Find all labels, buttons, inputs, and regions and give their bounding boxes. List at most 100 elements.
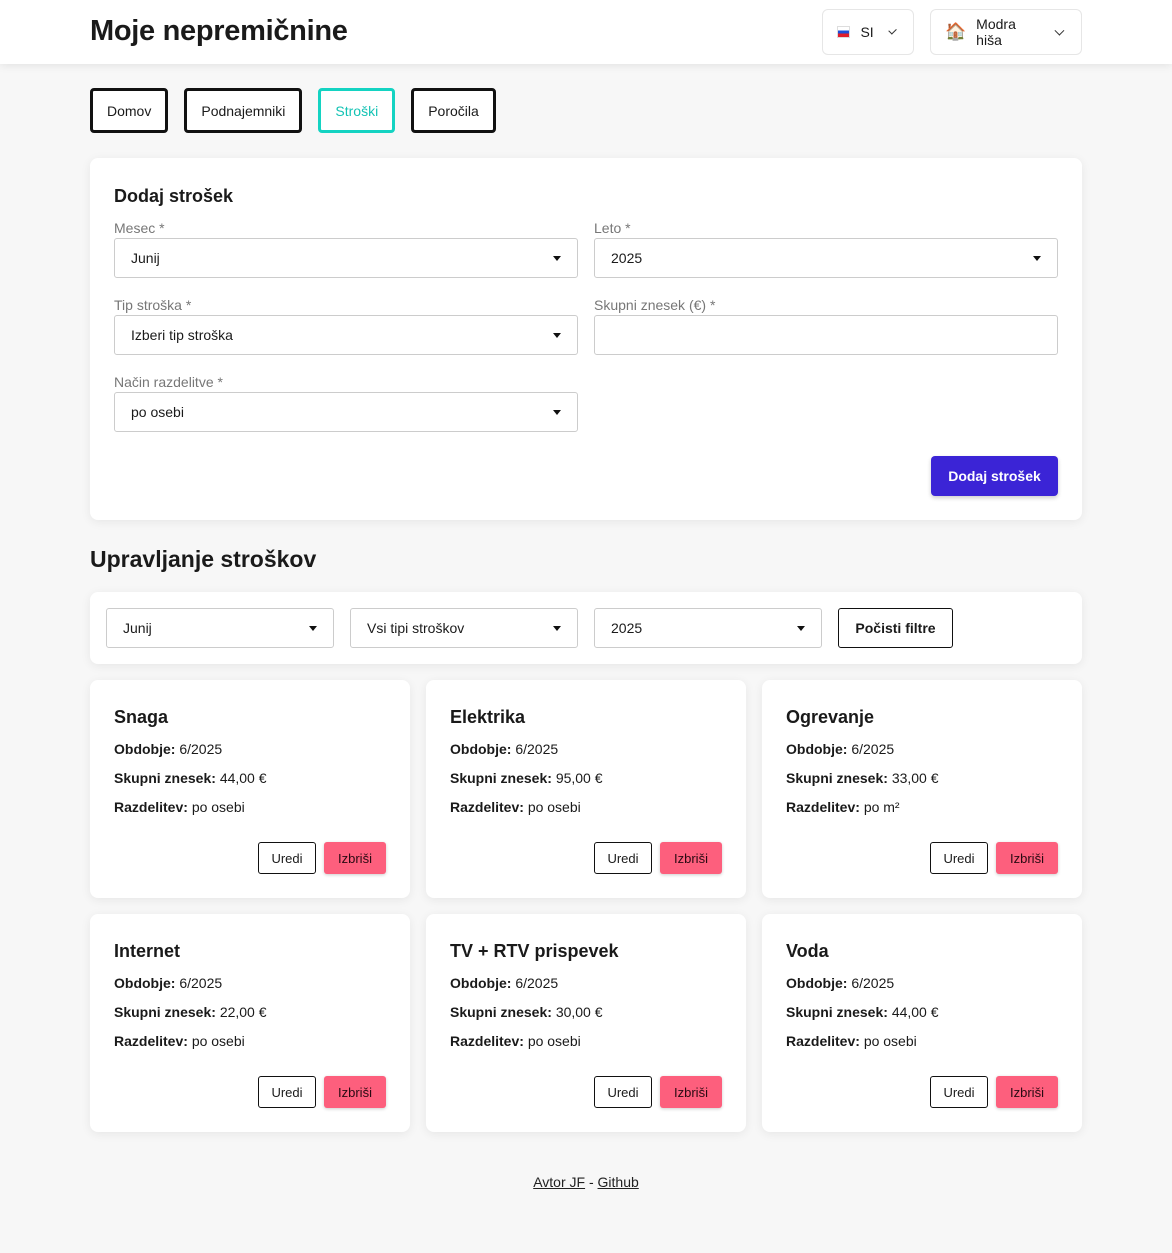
tab-stroski[interactable]: Stroški [318,88,396,133]
expense-card: Elektrika Obdobje: 6/2025 Skupni znesek:… [426,680,746,898]
dropdown-arrow-icon [309,625,317,631]
delete-button[interactable]: Izbriši [996,1076,1058,1108]
expense-name: Elektrika [450,707,526,727]
tab-porocila[interactable]: Poročila [411,88,496,133]
clear-filters-button[interactable]: Počisti filtre [838,608,953,648]
dropdown-arrow-icon [553,409,561,415]
split-value: po m² [863,799,900,815]
footer-separator: - [588,1174,594,1190]
expense-amount: Skupni znesek: 44,00 € [786,1004,939,1020]
year-value: 2025 [611,250,643,266]
expense-amount: Skupni znesek: 44,00 € [114,770,267,786]
house-icon: 🏠 [945,22,967,41]
period-value: 6/2025 [851,741,895,757]
expense-name: Internet [114,941,181,961]
amount-value: 22,00 € [219,1004,267,1020]
filter-year-select[interactable]: 2025 [594,608,822,648]
footer: Avtor JF - Github [0,1174,1172,1190]
add-expense-form: Dodaj strošek Mesec * Junij Leto * 2025 … [90,158,1082,520]
dropdown-arrow-icon [553,255,561,261]
type-select[interactable]: Izberi tip stroška [114,315,578,355]
language-selector[interactable]: SI [822,9,914,55]
split-value: po osebi [863,1033,917,1049]
split-select[interactable]: po osebi [114,392,578,432]
delete-button[interactable]: Izbriši [660,842,722,874]
expense-name: Voda [786,941,829,961]
dropdown-arrow-icon [1033,255,1041,261]
split-label: Razdelitev: [450,799,524,815]
filter-month-select[interactable]: Junij [106,608,334,648]
amount-label: Skupni znesek: [450,1004,552,1020]
expense-name: Ogrevanje [786,707,875,727]
property-selector[interactable]: 🏠 Modra hiša [930,9,1082,55]
github-link[interactable]: Github [598,1174,639,1190]
period-value: 6/2025 [515,741,559,757]
dropdown-arrow-icon [797,625,805,631]
month-select[interactable]: Junij [114,238,578,278]
delete-button[interactable]: Izbriši [324,842,386,874]
section-title: Upravljanje stroškov [90,546,317,572]
filter-bar: Junij Vsi tipi stroškov 2025 Počisti fil… [90,592,1082,664]
edit-button[interactable]: Uredi [258,1076,316,1108]
dropdown-arrow-icon [553,332,561,338]
expense-card: Voda Obdobje: 6/2025 Skupni znesek: 44,0… [762,914,1082,1132]
edit-button[interactable]: Uredi [594,1076,652,1108]
period-value: 6/2025 [179,741,223,757]
expense-amount: Skupni znesek: 33,00 € [786,770,939,786]
amount-label: Skupni znesek: [114,770,216,786]
type-value: Izberi tip stroška [131,327,233,343]
edit-button[interactable]: Uredi [594,842,652,874]
split-label: Razdelitev: [450,1033,524,1049]
expense-split: Razdelitev: po osebi [450,1033,581,1049]
expense-period: Obdobje: 6/2025 [786,741,894,757]
amount-label: Skupni znesek: [114,1004,216,1020]
slovenia-flag-icon [837,26,851,38]
split-label: Razdelitev: [786,799,860,815]
tab-domov[interactable]: Domov [90,88,169,133]
expense-period: Obdobje: 6/2025 [450,741,558,757]
edit-button[interactable]: Uredi [258,842,316,874]
year-select[interactable]: 2025 [594,238,1058,278]
amount-label: Skupni znesek: [786,770,888,786]
edit-button[interactable]: Uredi [930,842,988,874]
expense-card: Internet Obdobje: 6/2025 Skupni znesek: … [90,914,410,1132]
add-expense-button[interactable]: Dodaj strošek [931,456,1058,496]
author-link[interactable]: Avtor JF [533,1174,585,1190]
filter-month-value: Junij [123,620,152,636]
split-value: po osebi [131,404,184,420]
month-value: Junij [131,250,160,266]
tab-podnajemniki[interactable]: Podnajemniki [184,88,303,133]
expense-period: Obdobje: 6/2025 [450,975,558,991]
split-value: po osebi [191,1033,245,1049]
amount-input[interactable] [594,315,1058,355]
filter-type-select[interactable]: Vsi tipi stroškov [350,608,578,648]
expense-amount: Skupni znesek: 30,00 € [450,1004,603,1020]
amount-label: Skupni znesek: [450,770,552,786]
edit-button[interactable]: Uredi [930,1076,988,1108]
expense-split: Razdelitev: po m² [786,799,900,815]
period-value: 6/2025 [179,975,223,991]
split-label: Razdelitev: [114,799,188,815]
period-value: 6/2025 [851,975,895,991]
delete-button[interactable]: Izbriši [660,1076,722,1108]
split-label: Razdelitev: [786,1033,860,1049]
expense-split: Razdelitev: po osebi [114,799,245,815]
language-label: SI [860,24,874,40]
expense-name: Snaga [114,707,169,727]
main-nav: Domov Podnajemniki Stroški Poročila [90,88,496,133]
chevron-down-icon [888,25,897,35]
expense-amount: Skupni znesek: 22,00 € [114,1004,267,1020]
period-label: Obdobje: [114,741,176,757]
delete-button[interactable]: Izbriši [324,1076,386,1108]
app-title: Moje nepremičnine [90,15,348,47]
expense-amount: Skupni znesek: 95,00 € [450,770,603,786]
expense-split: Razdelitev: po osebi [114,1033,245,1049]
amount-value: 44,00 € [219,770,267,786]
top-bar: Moje nepremičnine SI 🏠 Modra hiša [0,0,1172,64]
expense-card: TV + RTV prispevek Obdobje: 6/2025 Skupn… [426,914,746,1132]
amount-value: 95,00 € [555,770,603,786]
chevron-down-icon [1054,25,1065,35]
expense-split: Razdelitev: po osebi [786,1033,917,1049]
expense-name: TV + RTV prispevek [450,941,619,961]
delete-button[interactable]: Izbriši [996,842,1058,874]
